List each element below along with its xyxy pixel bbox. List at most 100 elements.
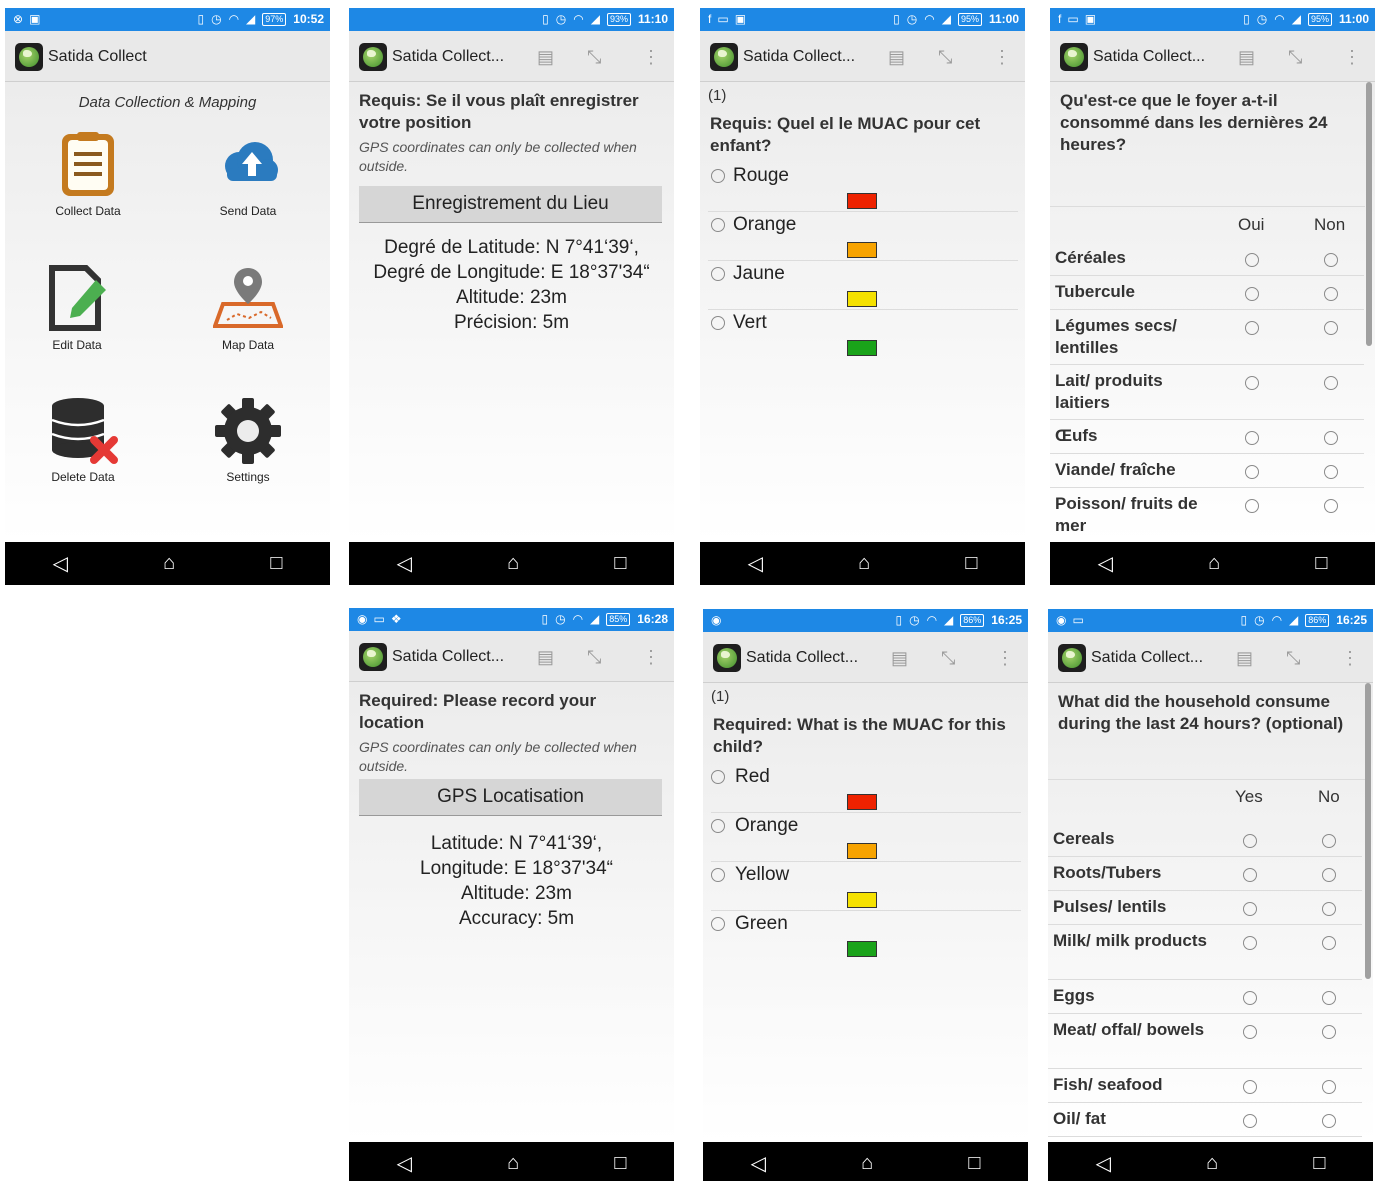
radio-yes[interactable] (1243, 936, 1257, 950)
radio-option-rouge[interactable] (711, 169, 725, 183)
scrollbar[interactable] (1365, 683, 1371, 979)
navigate-icon[interactable]: ⤡ (941, 648, 955, 669)
recents-icon[interactable]: □ (968, 1152, 980, 1175)
save-icon[interactable]: ▤ (1236, 648, 1253, 669)
recents-icon[interactable]: □ (270, 552, 282, 575)
home-icon[interactable]: ⌂ (1206, 1152, 1218, 1175)
back-icon[interactable]: ◁ (751, 1151, 766, 1176)
map-data-button[interactable]: Map Data (168, 264, 328, 352)
save-icon[interactable]: ▤ (537, 47, 554, 68)
wifi-icon: ◠ (573, 12, 584, 26)
signal-icon: ◢ (941, 12, 951, 26)
navigate-icon[interactable]: ⤡ (1286, 648, 1300, 669)
radio-yes[interactable] (1243, 1114, 1257, 1128)
radio-yes[interactable] (1245, 465, 1259, 479)
radio-yes[interactable] (1245, 431, 1259, 445)
swatch-yellow (847, 892, 877, 908)
navigate-icon[interactable]: ⤡ (1288, 47, 1302, 68)
radio-no[interactable] (1324, 253, 1338, 267)
radio-no[interactable] (1324, 499, 1338, 513)
radio-yes[interactable] (1243, 834, 1257, 848)
radio-yes[interactable] (1243, 868, 1257, 882)
settings-button[interactable]: Settings (168, 396, 328, 484)
radio-yes[interactable] (1243, 1025, 1257, 1039)
radio-option-yellow[interactable] (711, 868, 725, 882)
vibrate-icon: ▯ (893, 12, 900, 26)
home-icon[interactable]: ⌂ (507, 1152, 519, 1175)
recents-icon[interactable]: □ (1315, 552, 1327, 575)
radio-no[interactable] (1322, 834, 1336, 848)
back-icon[interactable]: ◁ (397, 551, 412, 576)
radio-yes[interactable] (1245, 253, 1259, 267)
overflow-menu-icon[interactable]: ⋮ (1343, 47, 1361, 68)
recents-icon[interactable]: □ (965, 552, 977, 575)
gps-en-content: Required: Please record your location GP… (349, 682, 674, 1142)
send-data-button[interactable]: Send Data (168, 130, 328, 218)
radio-no[interactable] (1322, 868, 1336, 882)
radio-no[interactable] (1322, 902, 1336, 916)
overflow-menu-icon[interactable]: ⋮ (993, 47, 1011, 68)
save-icon[interactable]: ▤ (1238, 47, 1255, 68)
home-icon[interactable]: ⌂ (858, 552, 870, 575)
overflow-menu-icon[interactable]: ⋮ (1341, 648, 1359, 669)
navigate-icon[interactable]: ⤡ (938, 47, 952, 68)
scrollbar[interactable] (1366, 82, 1372, 346)
food-row-label: Milk/ milk products (1053, 931, 1207, 950)
record-location-button[interactable]: Enregistrement du Lieu (359, 186, 662, 223)
wifi-icon: ◠ (1274, 12, 1285, 26)
navigate-icon[interactable]: ⤡ (587, 47, 601, 68)
back-icon[interactable]: ◁ (1096, 1151, 1111, 1176)
home-icon[interactable]: ⌂ (507, 552, 519, 575)
back-icon[interactable]: ◁ (748, 551, 763, 576)
app-logo-icon (359, 43, 387, 71)
delete-data-button[interactable]: Delete Data (5, 396, 163, 484)
home-icon[interactable]: ⌂ (1208, 552, 1220, 575)
swatch-green (847, 941, 877, 957)
radio-yes[interactable] (1243, 1080, 1257, 1094)
save-icon[interactable]: ▤ (891, 648, 908, 669)
recents-icon[interactable]: □ (614, 552, 626, 575)
radio-no[interactable] (1324, 287, 1338, 301)
radio-no[interactable] (1322, 991, 1336, 1005)
save-icon[interactable]: ▤ (537, 647, 554, 668)
radio-yes[interactable] (1245, 321, 1259, 335)
swatch-vert (847, 340, 877, 356)
recents-icon[interactable]: □ (614, 1152, 626, 1175)
radio-option-orange[interactable] (711, 218, 725, 232)
radio-option-red[interactable] (711, 770, 725, 784)
radio-no[interactable] (1322, 1114, 1336, 1128)
record-location-button[interactable]: GPS Locatisation (359, 779, 662, 816)
recents-icon[interactable]: □ (1313, 1152, 1325, 1175)
radio-no[interactable] (1322, 936, 1336, 950)
radio-yes[interactable] (1243, 902, 1257, 916)
radio-yes[interactable] (1245, 287, 1259, 301)
back-icon[interactable]: ◁ (53, 551, 68, 576)
radio-no[interactable] (1324, 431, 1338, 445)
overflow-menu-icon[interactable]: ⋮ (642, 47, 660, 68)
radio-yes[interactable] (1245, 499, 1259, 513)
overflow-menu-icon[interactable]: ⋮ (996, 648, 1014, 669)
edit-data-button[interactable]: Edit Data (5, 264, 157, 352)
radio-no[interactable] (1324, 465, 1338, 479)
radio-option-green[interactable] (711, 917, 725, 931)
radio-option-jaune[interactable] (711, 267, 725, 281)
navigate-icon[interactable]: ⤡ (587, 647, 601, 668)
back-icon[interactable]: ◁ (1098, 551, 1113, 576)
radio-yes[interactable] (1245, 376, 1259, 390)
app-bar: Satida Collect... ▤ ⤡ ⋮ (349, 31, 674, 82)
home-icon[interactable]: ⌂ (163, 552, 175, 575)
radio-option-orange[interactable] (711, 819, 725, 833)
back-icon[interactable]: ◁ (397, 1151, 412, 1176)
collect-data-button[interactable]: Collect Data (8, 130, 168, 218)
status-time: 16:25 (991, 613, 1022, 627)
save-icon[interactable]: ▤ (888, 47, 905, 68)
radio-no[interactable] (1324, 321, 1338, 335)
radio-yes[interactable] (1243, 991, 1257, 1005)
nav-bar: ◁ ⌂ □ (5, 542, 330, 585)
radio-no[interactable] (1322, 1025, 1336, 1039)
radio-option-vert[interactable] (711, 316, 725, 330)
radio-no[interactable] (1324, 376, 1338, 390)
home-icon[interactable]: ⌂ (861, 1152, 873, 1175)
overflow-menu-icon[interactable]: ⋮ (642, 647, 660, 668)
radio-no[interactable] (1322, 1080, 1336, 1094)
